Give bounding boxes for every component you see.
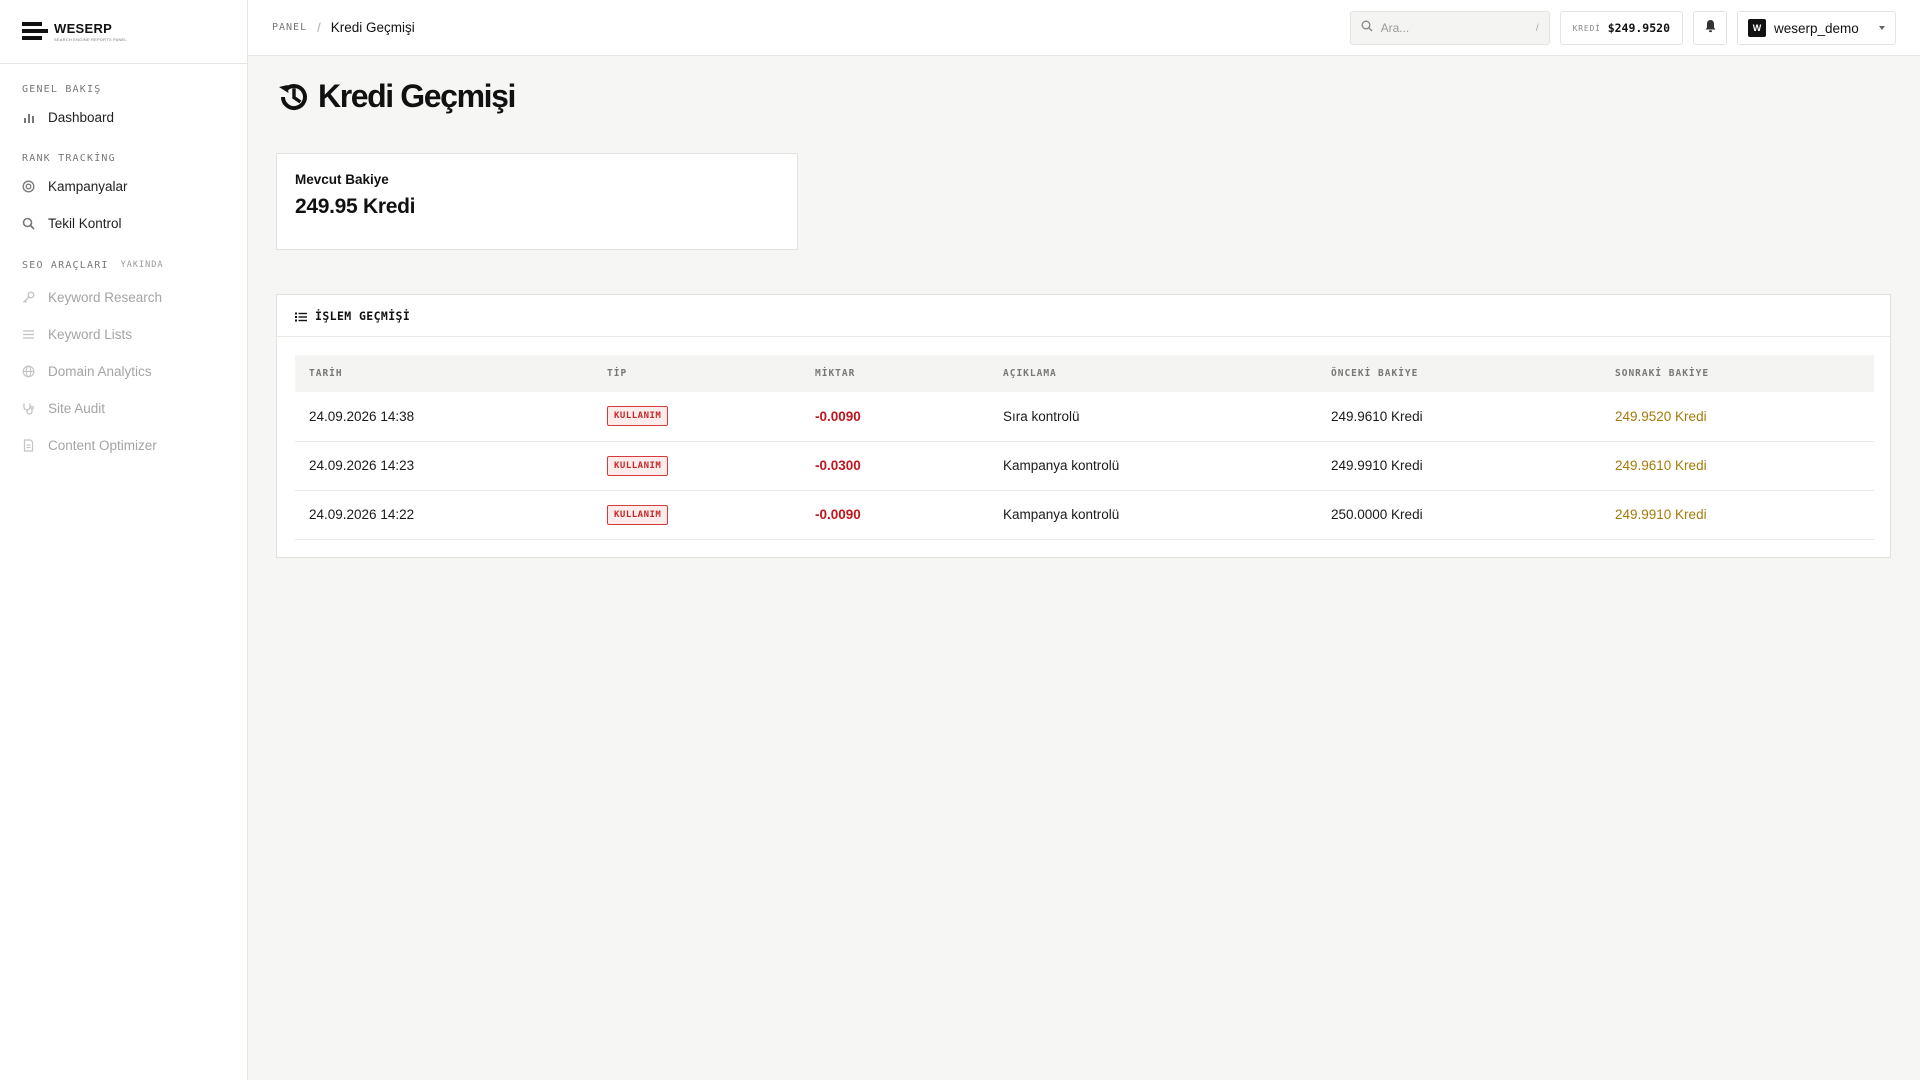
sidebar-item-label: Domain Analytics	[48, 364, 152, 379]
history-icon	[276, 79, 312, 115]
breadcrumb-separator: /	[317, 20, 321, 35]
balance-label: Mevcut Bakiye	[295, 172, 389, 187]
nav-section-overview: GENEL BAKIŞ Dashboard	[0, 80, 247, 136]
sidebar: WESERP SEARCH ENGINE REPORTS PANEL GENEL…	[0, 0, 248, 1080]
sidebar-item-keyword-research[interactable]: Keyword Research	[22, 279, 225, 316]
cell-after-balance: 249.9610 Kredi	[1601, 441, 1874, 491]
table-row: 24.09.2026 14:23 KULLANIM -0.0300 Kampan…	[295, 441, 1874, 491]
search-shortcut-hint: /	[1535, 22, 1539, 34]
balance-card: Mevcut Bakiye 249.95 Kredi	[276, 153, 798, 250]
transaction-table: TARİH TİP MİKTAR AÇIKLAMA ÖNCEKİ BAKİYE …	[295, 355, 1874, 540]
table-row: 24.09.2026 14:22 KULLANIM -0.0090 Kampan…	[295, 490, 1874, 540]
sidebar-item-domain-analytics[interactable]: Domain Analytics	[22, 353, 225, 390]
table-header-row: TARİH TİP MİKTAR AÇIKLAMA ÖNCEKİ BAKİYE …	[295, 355, 1874, 392]
balance-value: 249.95 Kredi	[295, 195, 416, 218]
sidebar-item-label: Tekil Kontrol	[48, 216, 122, 231]
brand-name: WESERP	[54, 21, 113, 36]
cell-description: Kampanya kontrolü	[989, 441, 1317, 491]
sidebar-item-tekil-kontrol[interactable]: Tekil Kontrol	[22, 205, 225, 242]
cell-date: 24.09.2026 14:38	[295, 392, 593, 442]
sidebar-item-content-optimizer[interactable]: Content Optimizer	[22, 427, 225, 464]
page-title-text: Kredi Geçmişi	[318, 78, 516, 114]
table-row: 24.09.2026 14:38 KULLANIM -0.0090 Sıra k…	[295, 392, 1874, 442]
type-badge: KULLANIM	[607, 455, 669, 476]
cell-date: 24.09.2026 14:22	[295, 490, 593, 540]
notifications-button[interactable]	[1693, 11, 1727, 45]
nav-heading: GENEL BAKIŞ	[22, 83, 102, 95]
breadcrumb: PANEL / Kredi Geçmişi	[272, 20, 415, 35]
coming-soon-badge: YAKINDA	[120, 260, 164, 270]
sidebar-item-label: Site Audit	[48, 401, 106, 416]
credit-value: $249.9520	[1607, 21, 1670, 35]
nav-heading: RANK TRACKİNG	[22, 152, 116, 164]
sidebar-item-label: Content Optimizer	[48, 438, 157, 453]
sidebar-item-site-audit[interactable]: Site Audit	[22, 390, 225, 427]
type-badge: KULLANIM	[607, 504, 669, 525]
main-content: Kredi Geçmişi Mevcut Bakiye 249.95 Kredi…	[248, 56, 1920, 1080]
cell-before-balance: 250.0000 Kredi	[1317, 490, 1601, 540]
bell-icon	[1704, 19, 1717, 38]
target-icon	[22, 180, 35, 193]
column-header-date[interactable]: TARİH	[295, 355, 593, 392]
cell-description: Sıra kontrolü	[989, 392, 1317, 442]
cell-before-balance: 249.9610 Kredi	[1317, 392, 1601, 442]
sidebar-item-dashboard[interactable]: Dashboard	[22, 99, 225, 136]
brand-tagline: SEARCH ENGINE REPORTS PANEL	[54, 37, 127, 42]
breadcrumb-current: Kredi Geçmişi	[330, 20, 415, 35]
topbar: PANEL / Kredi Geçmişi / KREDİ $249.9520 …	[248, 0, 1920, 56]
sidebar-item-label: Kampanyalar	[48, 179, 128, 194]
bar-chart-icon	[22, 111, 35, 124]
cell-after-balance: 249.9520 Kredi	[1601, 392, 1874, 442]
document-icon	[22, 439, 35, 452]
search-input[interactable]	[1380, 21, 1536, 35]
sidebar-item-keyword-lists[interactable]: Keyword Lists	[22, 316, 225, 353]
search-icon	[22, 217, 35, 230]
column-header-type[interactable]: TİP	[593, 355, 801, 392]
nav-section-rank-tracking: RANK TRACKİNG Kampanyalar Tekil Kontrol	[0, 149, 247, 242]
transaction-history-title: İŞLEM GEÇMİŞİ	[315, 308, 411, 323]
list-icon	[295, 310, 307, 322]
sidebar-item-label: Dashboard	[48, 110, 115, 125]
avatar: W	[1748, 19, 1766, 37]
cell-after-balance: 249.9910 Kredi	[1601, 490, 1874, 540]
column-header-after-balance[interactable]: SONRAKİ BAKİYE	[1601, 355, 1874, 392]
search-icon	[1361, 19, 1373, 37]
globe-icon	[22, 365, 35, 378]
type-badge: KULLANIM	[607, 406, 669, 427]
page-title: Kredi Geçmişi	[276, 78, 516, 115]
topbar-actions: / KREDİ $249.9520 W weserp_demo	[1349, 11, 1896, 45]
credit-balance-pill[interactable]: KREDİ $249.9520	[1559, 11, 1683, 45]
username: weserp_demo	[1774, 20, 1859, 36]
transaction-history-card: İŞLEM GEÇMİŞİ TARİH TİP MİKTAR AÇIKLAMA …	[276, 294, 1891, 558]
logo-icon	[22, 21, 48, 42]
stethoscope-icon	[22, 402, 35, 415]
column-header-description[interactable]: AÇIKLAMA	[989, 355, 1317, 392]
brand[interactable]: WESERP SEARCH ENGINE REPORTS PANEL	[0, 0, 247, 64]
cell-amount: -0.0090	[801, 490, 989, 540]
credit-label: KREDİ	[1572, 23, 1601, 33]
cell-amount: -0.0090	[801, 392, 989, 442]
column-header-before-balance[interactable]: ÖNCEKİ BAKİYE	[1317, 355, 1601, 392]
cell-date: 24.09.2026 14:23	[295, 441, 593, 491]
user-menu[interactable]: W weserp_demo	[1737, 11, 1896, 45]
cell-description: Kampanya kontrolü	[989, 490, 1317, 540]
column-header-amount[interactable]: MİKTAR	[801, 355, 989, 392]
search-box[interactable]: /	[1349, 11, 1550, 45]
cell-amount: -0.0300	[801, 441, 989, 491]
sidebar-item-label: Keyword Research	[48, 290, 163, 305]
sidebar-item-label: Keyword Lists	[48, 327, 133, 342]
key-icon	[22, 291, 35, 304]
nav-heading: SEO ARAÇLARI YAKINDA	[22, 259, 164, 271]
chevron-down-icon	[1879, 26, 1885, 30]
transaction-history-header: İŞLEM GEÇMİŞİ	[277, 295, 1890, 337]
breadcrumb-root[interactable]: PANEL	[272, 22, 307, 33]
sidebar-item-kampanyalar[interactable]: Kampanyalar	[22, 168, 225, 205]
nav-section-seo-tools: SEO ARAÇLARI YAKINDA Keyword Research Ke…	[0, 256, 247, 464]
cell-before-balance: 249.9910 Kredi	[1317, 441, 1601, 491]
list-icon	[22, 328, 35, 341]
